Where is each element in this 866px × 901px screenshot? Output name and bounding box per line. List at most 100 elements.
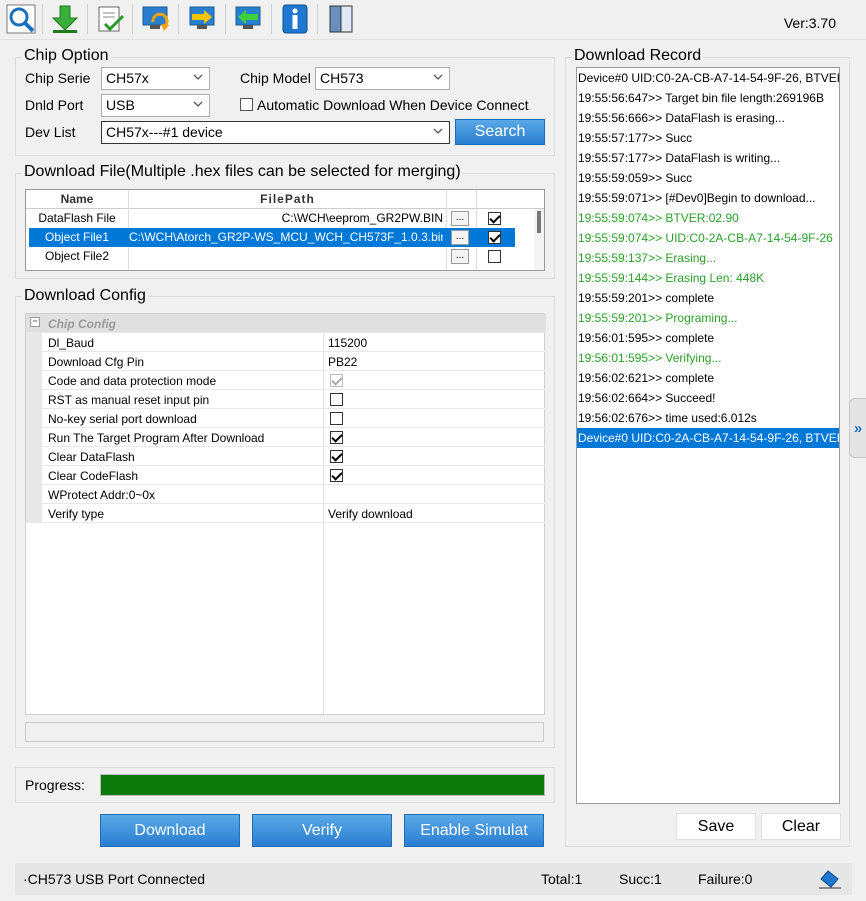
- export-icon[interactable]: [232, 2, 266, 36]
- rst-reset-checkbox[interactable]: [330, 393, 343, 406]
- record-line[interactable]: 19:56:01:595>> Verifying...: [577, 348, 839, 368]
- record-line[interactable]: 19:55:59:071>> [#Dev0]Begin to download.…: [577, 188, 839, 208]
- refresh-icon[interactable]: [139, 2, 173, 36]
- status-bar: ·CH573 USB Port Connected Total:1 Succ:1…: [15, 863, 852, 895]
- record-line[interactable]: Device#0 UID:C0-2A-CB-A7-14-54-9F-26, BT…: [577, 68, 839, 88]
- record-line[interactable]: Device#0 UID:C0-2A-CB-A7-14-54-9F-26, BT…: [577, 428, 839, 448]
- file-row-0[interactable]: DataFlash File C:\WCH\eeprom_GR2PW.BIN .…: [26, 209, 534, 228]
- config-key: RST as manual reset input pin: [48, 393, 210, 407]
- config-key: Clear DataFlash: [48, 450, 135, 464]
- progress-bar: [100, 774, 545, 796]
- enable-simulate-button[interactable]: Enable Simulat: [404, 814, 544, 847]
- file-row-1[interactable]: Object File1 C:\WCH\Atorch_GR2P-WS_MCU_W…: [26, 228, 534, 247]
- search-chip-icon[interactable]: [4, 2, 38, 36]
- config-value: 115200: [328, 336, 368, 350]
- dnld-port-select[interactable]: USB: [101, 94, 210, 117]
- chip-serie-select[interactable]: CH57x: [101, 67, 210, 90]
- collapse-icon[interactable]: −: [30, 317, 40, 327]
- file-row-2[interactable]: Object File2 ...: [26, 247, 534, 266]
- chevron-down-icon: [193, 74, 203, 80]
- config-row[interactable]: Clear DataFlash: [26, 447, 546, 466]
- config-row[interactable]: Download Cfg Pin PB22: [26, 352, 546, 371]
- file-row-checkbox[interactable]: [488, 231, 501, 244]
- expand-panel-button[interactable]: »: [849, 398, 866, 458]
- chip-config-grid: − Chip Config Dl_Baud 115200 Download Cfg…: [25, 313, 546, 716]
- config-row[interactable]: Clear CodeFlash: [26, 466, 546, 485]
- config-row[interactable]: WProtect Addr:0~0x: [26, 485, 546, 504]
- eraser-icon[interactable]: [819, 869, 841, 892]
- record-line[interactable]: 19:55:56:666>> DataFlash is erasing...: [577, 108, 839, 128]
- file-row-checkbox[interactable]: [488, 212, 501, 225]
- record-line[interactable]: 19:55:59:059>> Succ: [577, 168, 839, 188]
- auto-download-label: Automatic Download When Device Connect: [257, 97, 529, 113]
- run-after-download-checkbox[interactable]: [330, 431, 343, 444]
- clear-button[interactable]: Clear: [761, 813, 841, 840]
- record-line[interactable]: 19:55:59:074>> UID:C0-2A-CB-A7-14-54-9F-…: [577, 228, 839, 248]
- save-button[interactable]: Save: [676, 813, 756, 840]
- download-record-title: Download Record: [572, 47, 704, 65]
- col-name-header: Name: [60, 192, 94, 206]
- info-icon[interactable]: [278, 2, 312, 36]
- file-table: Name FilePath DataFlash File C:\WCH\eepr…: [25, 189, 545, 271]
- file-table-scrollbar[interactable]: [534, 209, 544, 270]
- chip-config-group-row[interactable]: − Chip Config: [26, 314, 546, 333]
- config-value: Verify download: [328, 507, 413, 521]
- record-line[interactable]: 19:55:56:647>> Target bin file length:26…: [577, 88, 839, 108]
- config-key: WProtect Addr:0~0x: [48, 488, 156, 502]
- book-icon[interactable]: [324, 2, 358, 36]
- browse-button[interactable]: ...: [451, 249, 469, 264]
- download-icon[interactable]: [48, 2, 82, 36]
- download-button[interactable]: Download: [100, 814, 240, 847]
- download-record-list[interactable]: Device#0 UID:C0-2A-CB-A7-14-54-9F-26, BT…: [576, 67, 840, 804]
- config-row[interactable]: Code and data protection mode: [26, 371, 546, 390]
- record-line[interactable]: 19:55:59:144>> Erasing Len: 448K: [577, 268, 839, 288]
- chip-serie-label: Chip Serie: [25, 70, 91, 86]
- config-key: Download Cfg Pin: [48, 355, 145, 369]
- auto-download-checkbox[interactable]: [240, 98, 253, 111]
- browse-button[interactable]: ...: [451, 230, 469, 245]
- record-line[interactable]: 19:55:59:201>> Programing...: [577, 308, 839, 328]
- verify-button[interactable]: Verify: [252, 814, 392, 847]
- file-row-name: Object File2: [44, 249, 110, 263]
- config-key: Dl_Baud: [48, 336, 95, 350]
- config-row[interactable]: Run The Target Program After Download: [26, 428, 546, 447]
- verify-icon[interactable]: [93, 2, 127, 36]
- status-connection: ·CH573 USB Port Connected: [23, 871, 206, 887]
- record-line[interactable]: 19:56:02:676>> time used:6.012s: [577, 408, 839, 428]
- config-key: No-key serial port download: [48, 412, 197, 426]
- import-icon[interactable]: [186, 2, 220, 36]
- file-row-checkbox[interactable]: [488, 250, 501, 263]
- record-line[interactable]: 19:55:59:137>> Erasing...: [577, 248, 839, 268]
- record-line[interactable]: 19:56:02:664>> Succeed!: [577, 388, 839, 408]
- file-row-name: Object File1: [44, 230, 110, 244]
- config-key: Verify type: [48, 507, 105, 521]
- chevron-down-icon: [433, 128, 443, 134]
- record-line[interactable]: 19:55:59:074>> BTVER:02.90: [577, 208, 839, 228]
- chip-model-label: Chip Model: [240, 70, 311, 86]
- chip-config-group-label: Chip Config: [48, 317, 116, 331]
- record-line[interactable]: 19:56:01:595>> complete: [577, 328, 839, 348]
- chip-option-title: Chip Option: [22, 47, 111, 65]
- dev-list-select[interactable]: CH57x---#1 device: [101, 121, 450, 144]
- chip-model-select[interactable]: CH573: [315, 67, 450, 90]
- record-line[interactable]: 19:56:02:621>> complete: [577, 368, 839, 388]
- chevron-down-icon: [433, 74, 443, 80]
- file-row-path: C:\WCH\Atorch_GR2P-WS_MCU_WCH_CH573F_1.0…: [129, 230, 443, 244]
- config-value: PB22: [328, 355, 358, 369]
- browse-button[interactable]: ...: [451, 211, 469, 226]
- protection-mode-checkbox: [330, 374, 343, 387]
- record-line[interactable]: 19:55:59:201>> complete: [577, 288, 839, 308]
- dnld-port-label: Dnld Port: [25, 97, 84, 113]
- config-row[interactable]: RST as manual reset input pin: [26, 390, 546, 409]
- record-line[interactable]: 19:55:57:177>> Succ: [577, 128, 839, 148]
- clear-codeflash-checkbox[interactable]: [330, 469, 343, 482]
- config-row[interactable]: Dl_Baud 115200: [26, 333, 546, 352]
- search-button[interactable]: Search: [455, 119, 545, 145]
- version-label: Ver:3.70: [783, 15, 836, 31]
- record-line[interactable]: 19:55:57:177>> DataFlash is writing...: [577, 148, 839, 168]
- clear-dataflash-checkbox[interactable]: [330, 450, 343, 463]
- no-key-serial-checkbox[interactable]: [330, 412, 343, 425]
- config-row[interactable]: Verify type Verify download: [26, 504, 546, 523]
- progress-fill: [101, 775, 544, 795]
- config-row[interactable]: No-key serial port download: [26, 409, 546, 428]
